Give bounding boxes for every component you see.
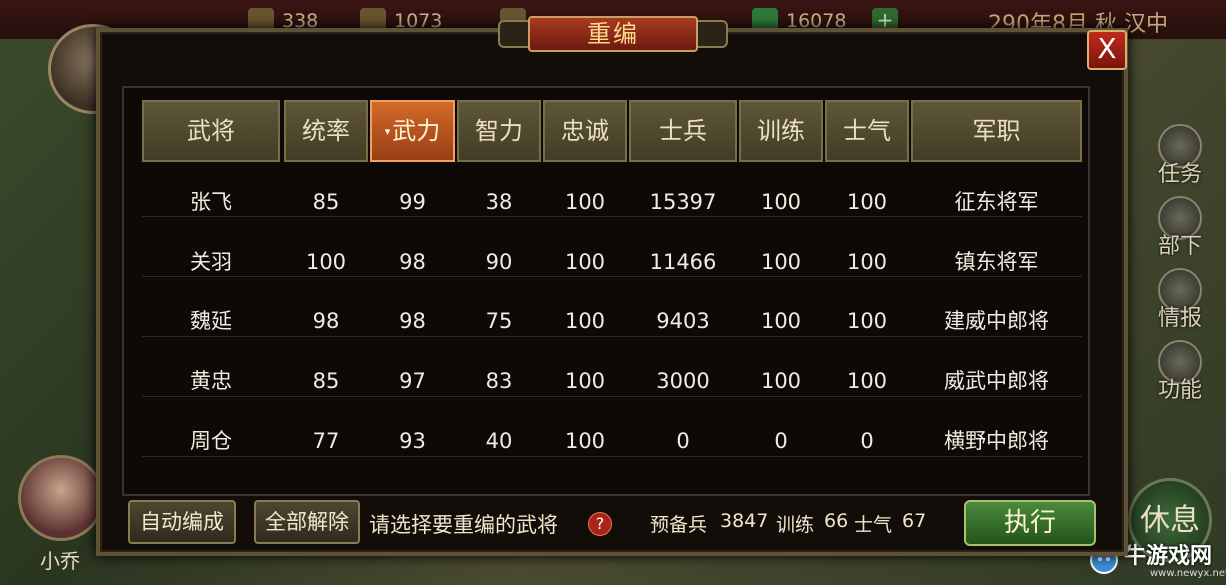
selection-hint: 请选择要重编的武将	[369, 513, 558, 537]
column-header-leadership[interactable]: 统率	[284, 100, 368, 162]
morale-label: 士气	[854, 514, 893, 536]
release-all-button[interactable]: 全部解除	[254, 500, 360, 544]
train-value: 66	[824, 510, 849, 532]
cell-training: 100	[760, 369, 802, 393]
train-label: 训练	[776, 514, 815, 536]
column-header-soldiers[interactable]: 士兵	[629, 100, 737, 162]
cell-force: 97	[399, 369, 426, 393]
row-divider	[142, 456, 1082, 457]
cell-morale: 100	[846, 309, 888, 333]
row-divider	[142, 216, 1082, 217]
cell-soldiers: 3000	[656, 369, 710, 393]
cell-general: 黄忠	[190, 369, 232, 393]
cell-leadership: 85	[312, 369, 340, 393]
cell-intellect: 40	[485, 429, 513, 453]
side-menu-intel[interactable]: 情报	[1140, 268, 1220, 332]
cell-training: 100	[760, 309, 802, 333]
execute-button[interactable]: 执行	[964, 500, 1096, 546]
side-menu-label: 功能	[1157, 378, 1202, 403]
help-icon[interactable]: ?	[588, 512, 612, 536]
cell-intellect: 75	[485, 309, 513, 333]
column-header-morale[interactable]: 士气	[825, 100, 909, 162]
cell-leadership: 77	[312, 429, 340, 453]
side-menu-label: 任务	[1157, 162, 1202, 187]
column-header-general[interactable]: 武将	[142, 100, 280, 162]
cell-force: 93	[399, 429, 426, 453]
column-header-loyalty[interactable]: 忠诚	[543, 100, 627, 162]
morale-value: 67	[902, 510, 927, 532]
side-menu-label: 部下	[1157, 234, 1202, 259]
column-header-intellect[interactable]: 智力	[457, 100, 541, 162]
side-menu-subordinates[interactable]: 部下	[1140, 196, 1220, 260]
close-button[interactable]: X	[1087, 30, 1127, 70]
cell-morale: 100	[846, 369, 888, 393]
cell-rank: 威武中郎将	[944, 369, 1049, 393]
column-header-label: 武力	[392, 117, 441, 145]
reserve-value: 3847	[720, 510, 769, 532]
cell-training: 0	[774, 429, 788, 453]
column-header-force[interactable]: ▾武力	[370, 100, 455, 162]
side-menu-label: 情报	[1157, 306, 1202, 331]
side-menu-task[interactable]: 任务	[1140, 124, 1220, 188]
cell-soldiers: 9403	[656, 309, 710, 333]
row-divider	[142, 276, 1082, 277]
cell-general: 魏延	[190, 309, 232, 333]
sort-arrow-icon: ▾	[384, 125, 391, 138]
hero-portrait[interactable]	[18, 455, 104, 541]
auto-organize-button[interactable]: 自动编成	[128, 500, 236, 544]
cell-soldiers: 0	[676, 429, 690, 453]
side-menu-functions[interactable]: 功能	[1140, 340, 1220, 404]
column-header-training[interactable]: 训练	[739, 100, 823, 162]
cell-leadership: 98	[312, 309, 340, 333]
cell-intellect: 83	[485, 369, 513, 393]
cell-rank: 建威中郎将	[944, 309, 1049, 333]
cell-force: 98	[399, 309, 426, 333]
row-divider	[142, 396, 1082, 397]
cell-general: 周仓	[190, 429, 232, 453]
cell-rank: 横野中郎将	[944, 429, 1049, 453]
cell-loyalty: 100	[564, 309, 606, 333]
cell-loyalty: 100	[564, 369, 606, 393]
watermark-text: 牛游戏网	[1124, 544, 1213, 569]
dialog-title: 重编	[528, 16, 698, 52]
row-divider	[142, 336, 1082, 337]
column-header-rank[interactable]: 军职	[911, 100, 1082, 162]
hero-name: 小乔	[40, 549, 80, 573]
cell-loyalty: 100	[564, 429, 606, 453]
reserve-label: 预备兵	[650, 514, 708, 536]
watermark-url: www.newyx.net	[1150, 568, 1226, 579]
cell-morale: 0	[860, 429, 874, 453]
